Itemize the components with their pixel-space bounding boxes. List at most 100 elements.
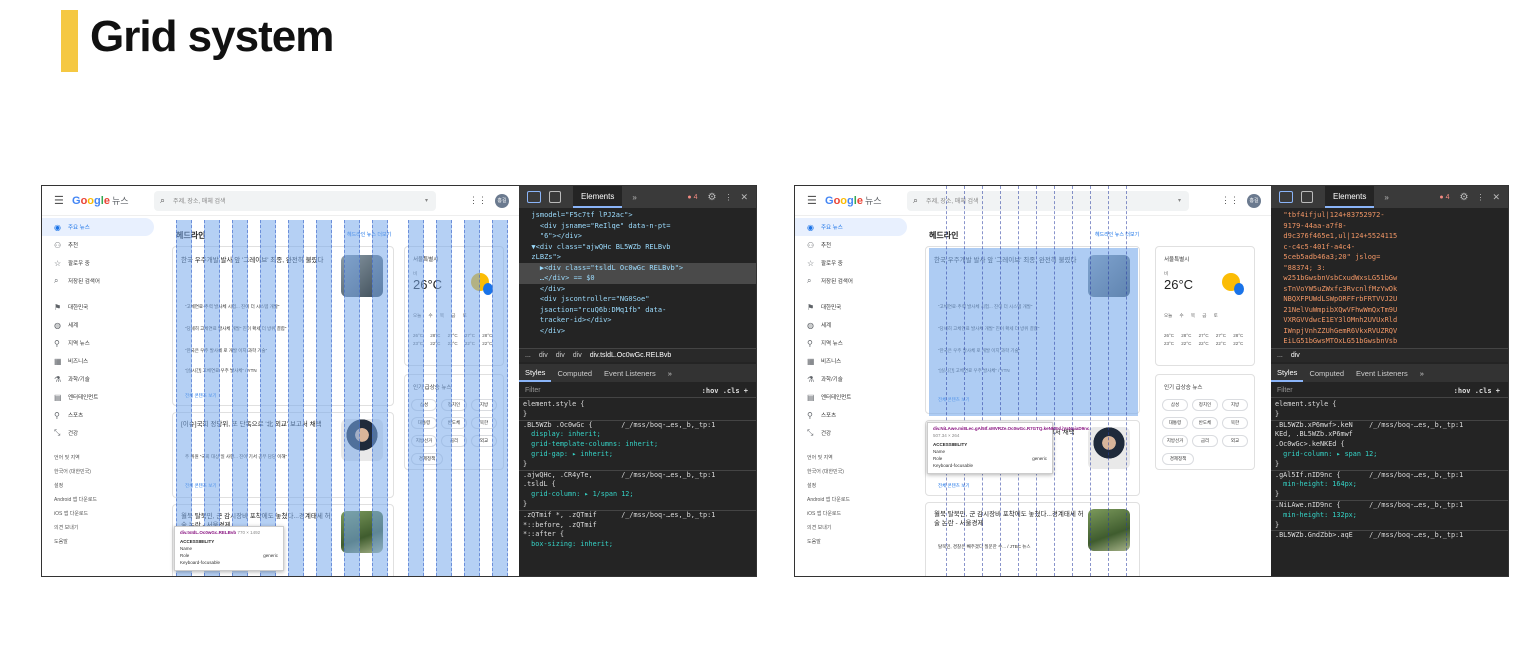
sidebar-item-health[interactable]: ⤡ 건강: [42, 424, 162, 442]
language-value[interactable]: 한국어 (대한민국): [795, 464, 915, 478]
sidebar-item-korea[interactable]: ⚑ 대한민국: [42, 298, 162, 316]
sidebar-item-science[interactable]: ⚗ 과학/기술: [795, 370, 915, 388]
trend-chip[interactable]: 경제정책: [1162, 453, 1194, 465]
sidebar-item-local[interactable]: ⚲ 지역 뉴스: [795, 334, 915, 352]
story-thumbnail[interactable]: [1088, 427, 1130, 469]
avatar[interactable]: 홍길: [1247, 193, 1261, 208]
error-count-badge[interactable]: ● 4: [1439, 194, 1449, 201]
trend-chip[interactable]: 금리: [1192, 435, 1218, 447]
dom-line[interactable]: <div jscontroller="NG0Soe": [523, 295, 650, 303]
search-input[interactable]: ⌕ 주제, 장소, 매체 검색 ▾: [907, 190, 1189, 211]
ios-app-link[interactable]: iOS 앱 다운로드: [42, 506, 162, 520]
menu-icon[interactable]: ☰: [807, 194, 819, 207]
trend-chip[interactable]: 지방선거: [1162, 435, 1188, 447]
dom-line[interactable]: VXRGVVdwcE1EY3lOMnh2UVUxRld: [1275, 316, 1397, 324]
dom-line[interactable]: jsaction="rcuQ6b:DMq1fb" data-: [523, 306, 666, 314]
kebab-menu-icon[interactable]: ⋮: [724, 193, 732, 202]
help-link[interactable]: 도움말: [795, 534, 915, 548]
styles-filter[interactable]: Filter :hov .cls +: [1271, 384, 1508, 398]
headlines-more-link[interactable]: 헤드라인 뉴스 더보기: [1095, 231, 1139, 238]
filter-input[interactable]: Filter: [1277, 387, 1293, 394]
sidebar-item-korea[interactable]: ⚑ 대한민국: [795, 298, 915, 316]
tab-event-listeners[interactable]: Event Listeners: [598, 369, 662, 378]
apps-grid-icon[interactable]: ⋮⋮: [469, 195, 487, 206]
dom-line[interactable]: </div>: [523, 285, 565, 293]
dom-line[interactable]: "tbf4ifjul|124+83752972-: [1275, 211, 1384, 219]
dom-line[interactable]: EiLG51bGwsMTOxLG51bGwsbnVsb: [1275, 337, 1397, 345]
sidebar-item-following[interactable]: ☆ 팔로우 중: [795, 254, 915, 272]
sidebar-item-saved-searches[interactable]: ⌕ 저장된 검색어: [42, 272, 162, 290]
feedback-link[interactable]: 의견 보내기: [42, 520, 162, 534]
dom-line[interactable]: IWnpjVnhZZUhGemR6VkxRVUZRQV: [1275, 327, 1397, 335]
sidebar-item-for-you[interactable]: ⚇ 추천: [42, 236, 162, 254]
trend-chip[interactable]: 정치인: [1192, 399, 1218, 411]
search-input[interactable]: ⌕ 주제, 장소, 매체 검색 ▾: [154, 190, 436, 211]
dom-line-selected[interactable]: …</div> == $0: [523, 274, 595, 282]
kebab-menu-icon[interactable]: ⋮: [1476, 193, 1484, 202]
more-tabs-icon[interactable]: »: [662, 369, 678, 378]
settings-link[interactable]: 설정: [795, 478, 915, 492]
story-bullet[interactable]: 탈북민, 경찰은 빼주겠다 질문한 수... / JTBC 뉴스: [938, 543, 1088, 550]
tab-styles[interactable]: Styles: [519, 364, 552, 382]
device-toggle-icon[interactable]: [549, 191, 561, 203]
language-value[interactable]: 한국어 (대한민국): [42, 464, 162, 478]
settings-link[interactable]: 설정: [42, 478, 162, 492]
avatar[interactable]: 홍길: [495, 193, 509, 208]
trend-chip[interactable]: 대통령: [1162, 417, 1188, 429]
dom-line[interactable]: w251bGwsbnVsbCxudWxsLG51bGw: [1275, 274, 1397, 282]
error-count-badge[interactable]: ● 4: [687, 194, 697, 201]
weather-card[interactable]: 서울특별시 비 26°C 오늘 수 목 금 토 26°C 28°C 27°C 2…: [1155, 246, 1255, 366]
tab-computed[interactable]: Computed: [551, 369, 598, 378]
dom-line-selected[interactable]: ▶<div class="tsldL Oc0wGc RELBvb">: [523, 264, 683, 272]
sidebar-item-saved-searches[interactable]: ⌕ 저장된 검색어: [795, 272, 915, 290]
sidebar-item-health[interactable]: ⤡ 건강: [795, 424, 915, 442]
css-rules[interactable]: element.style { } .BL5WZb .Oc0wGc { /_/m…: [519, 400, 756, 576]
sidebar-item-entertainment[interactable]: ▤ 엔터테인먼트: [795, 388, 915, 406]
chevron-down-icon[interactable]: ▾: [425, 197, 428, 204]
chevron-down-icon[interactable]: ▾: [1178, 197, 1181, 204]
gear-icon[interactable]: ⚙: [1459, 192, 1468, 203]
tab-elements[interactable]: Elements: [573, 186, 623, 208]
sidebar-item-business[interactable]: ▦ 비즈니스: [42, 352, 162, 370]
dom-line[interactable]: 21NelVuWmpibXQwVFhwWmQxTm9U: [1275, 306, 1397, 314]
more-tabs-icon[interactable]: »: [1414, 369, 1430, 378]
help-link[interactable]: 도움말: [42, 534, 162, 548]
google-news-logo[interactable]: Google 뉴스: [72, 194, 132, 207]
google-news-logo[interactable]: Google 뉴스: [825, 194, 885, 207]
dom-line[interactable]: sTnVoYW5uZWxfc3RvcnlfMzYwOk: [1275, 285, 1397, 293]
trend-chip[interactable]: 외교: [1222, 435, 1248, 447]
tab-styles[interactable]: Styles: [1271, 364, 1304, 382]
inspect-icon[interactable]: [1279, 191, 1293, 203]
sidebar-item-local[interactable]: ⚲ 지역 뉴스: [42, 334, 162, 352]
apps-grid-icon[interactable]: ⋮⋮: [1221, 195, 1239, 206]
dom-tree[interactable]: "tbf4ifjul|124+83752972- 9179-44aa-a7f8-…: [1271, 208, 1508, 348]
dom-line[interactable]: tracker-id></div>: [523, 316, 612, 324]
dom-line[interactable]: 9179-44aa-a7f8-: [1275, 222, 1346, 230]
dom-line[interactable]: NBQXFPUWdLSWpORFFrbFRTVVJ2U: [1275, 295, 1397, 303]
dom-line[interactable]: jsmodel="F5c7tf lPJ2ac">: [523, 211, 632, 219]
ios-app-link[interactable]: iOS 앱 다운로드: [795, 506, 915, 520]
close-icon[interactable]: ✕: [1492, 192, 1500, 203]
sidebar-item-for-you[interactable]: ⚇ 추천: [795, 236, 915, 254]
trend-chip[interactable]: 반도체: [1192, 417, 1218, 429]
sidebar-item-sports[interactable]: ⚲ 스포츠: [795, 406, 915, 424]
filter-toggles[interactable]: :hov .cls +: [702, 387, 748, 395]
filter-input[interactable]: Filter: [525, 387, 541, 394]
story-headline[interactable]: 월북 탈북민, 군 감시장비 포착에도 놓쳤다...경계태세 허술 논란 - 서…: [934, 511, 1084, 529]
css-rules[interactable]: element.style { } .BL5WZb.xP6mwf>.keN /_…: [1271, 400, 1508, 576]
sidebar-item-following[interactable]: ☆ 팔로우 중: [42, 254, 162, 272]
tab-computed[interactable]: Computed: [1303, 369, 1350, 378]
dom-line[interactable]: </div>: [523, 327, 565, 335]
tab-event-listeners[interactable]: Event Listeners: [1350, 369, 1414, 378]
sidebar-item-top-stories[interactable]: ◉ 주요 뉴스: [795, 218, 907, 236]
sidebar-item-business[interactable]: ▦ 비즈니스: [795, 352, 915, 370]
dom-line[interactable]: ▼<div class="ajwQHc BL5WZb RELBvb: [523, 243, 670, 251]
more-tabs-icon[interactable]: »: [1384, 193, 1388, 202]
sidebar-item-sports[interactable]: ⚲ 스포츠: [42, 406, 162, 424]
menu-icon[interactable]: ☰: [54, 194, 66, 207]
dom-line[interactable]: "6"></div>: [523, 232, 582, 240]
sidebar-item-entertainment[interactable]: ▤ 엔터테인먼트: [42, 388, 162, 406]
filter-toggles[interactable]: :hov .cls +: [1454, 387, 1500, 395]
inspect-icon[interactable]: [527, 191, 541, 203]
android-app-link[interactable]: Android 앱 다운로드: [42, 492, 162, 506]
